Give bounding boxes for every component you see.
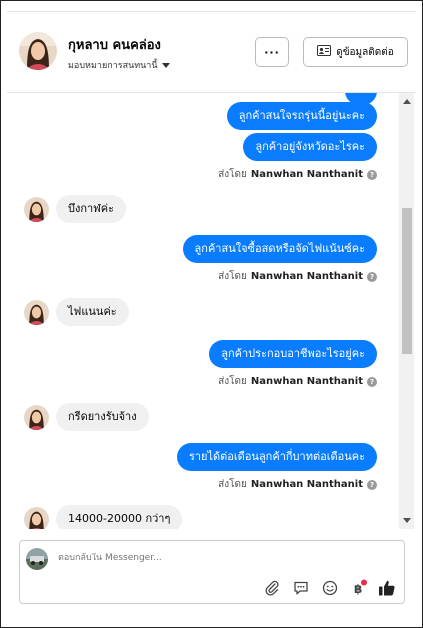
saved-reply-icon[interactable] [292,579,310,597]
reply-composer: ฿ [19,540,405,604]
contact-avatar[interactable] [19,32,57,70]
contact-avatar-small [24,197,49,222]
contact-avatar-small [24,507,49,529]
assign-label: มอบหมายการสนทนานี้ [68,61,158,71]
reply-input[interactable] [58,553,258,563]
more-options-button[interactable]: ··· [255,37,289,67]
sent-by-label: ส่งโดย Nanwhan Nanthanit? [218,477,377,492]
svg-text:฿: ฿ [354,582,362,596]
contact-avatar-small [24,300,49,325]
contact-card-icon [317,45,332,59]
message-bubble-outgoing: ลูกค้าประกอบอาชีพอะไรอยู่คะ [209,340,377,368]
like-icon[interactable] [378,579,396,597]
emoji-icon[interactable] [321,579,339,597]
conversation-header: กุหลาบ คนคล่อง มอบหมายการสนทนานี้ ··· ดู… [7,12,416,93]
help-icon[interactable]: ? [367,169,377,180]
scroll-up-icon[interactable] [403,99,411,104]
message-bubble-incoming: 14000-20000 กว่าๆ [56,505,183,529]
payment-icon[interactable]: ฿ [350,579,368,597]
scrollbar-thumb[interactable] [402,208,412,354]
message-bubble-outgoing: ลูกค้าสนใจซื้อสดหรือจัดไฟแน้นซ์คะ [182,235,377,263]
contact-avatar-small [24,405,49,430]
chat-scrollbar[interactable] [399,93,414,529]
assign-conversation[interactable]: มอบหมายการสนทนานี้ [68,58,170,72]
sent-by-label: ส่งโดย Nanwhan Nanthanit? [218,374,377,389]
sent-by-label: ส่งโดย Nanwhan Nanthanit? [218,167,377,182]
attach-icon[interactable] [263,579,281,597]
chevron-down-icon [161,62,170,68]
message-bubble-incoming: ไฟแนนค่ะ [56,298,129,326]
message-bubble-outgoing: ลูกค้าอยู่จังหวัดอะไรคะ [243,133,377,161]
page-avatar [26,548,48,570]
message-bubble-outgoing: ลูกค้าสนใจรถรุ่นนี้อยู่นะคะ [226,102,377,130]
inbox-window: กุหลาบ คนคล่อง มอบหมายการสนทนานี้ ··· ดู… [0,0,423,628]
help-icon[interactable]: ? [367,479,377,490]
scroll-down-icon[interactable] [403,518,411,523]
message-bubble-incoming: บึงกาฬค่ะ [56,195,126,223]
help-icon[interactable]: ? [367,376,377,387]
message-list[interactable]: ลูกค้าสนใจรถรุ่นนี้อยู่นะคะ ลูกค้าอยู่จั… [7,93,399,529]
view-contact-label: ดูข้อมูลติดต่อ [336,46,394,58]
view-contact-button[interactable]: ดูข้อมูลติดต่อ [303,37,408,67]
sent-by-label: ส่งโดย Nanwhan Nanthanit? [218,269,377,284]
help-icon[interactable]: ? [367,271,377,282]
message-bubble-outgoing: รายได้ต่อเดือนลูกค้ากี่บาทต่อเดือนคะ [176,443,377,471]
contact-name: กุหลาบ คนคล่อง [68,38,161,53]
message-bubble-incoming: กรีดยางรับจ้าง [56,403,149,431]
